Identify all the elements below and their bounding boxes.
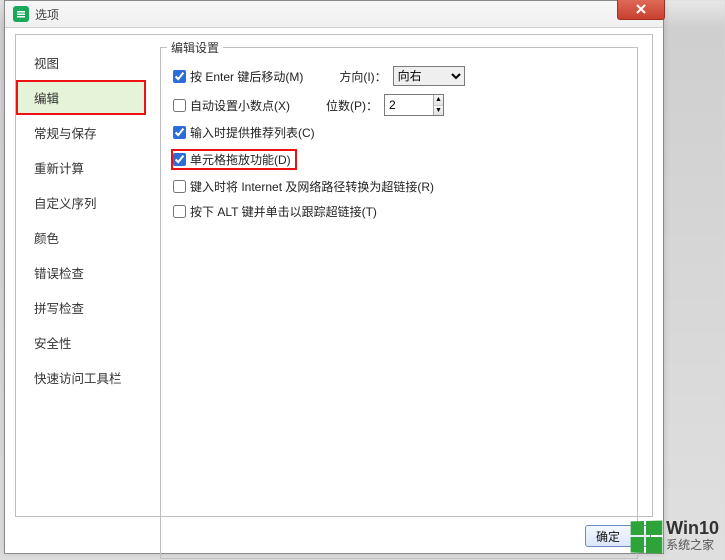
checkbox-suggest-list[interactable]: 输入时提供推荐列表(C) bbox=[173, 124, 315, 141]
sidebar-item-color[interactable]: 颜色 bbox=[16, 220, 146, 255]
direction-select[interactable]: 向右 bbox=[393, 66, 465, 86]
sidebar-item-custom-lists[interactable]: 自定义序列 bbox=[16, 185, 146, 220]
checkbox-auto-decimal[interactable]: 自动设置小数点(X) bbox=[173, 97, 290, 114]
spinner-up[interactable]: ▲ bbox=[434, 95, 443, 106]
content-panel: 编辑设置 按 Enter 键后移动(M) 方向(I)： 向右 自动设置小数点(X… bbox=[146, 35, 652, 516]
checkbox-enter-move-input[interactable] bbox=[173, 70, 186, 83]
checkbox-alt-click-link-input[interactable] bbox=[173, 205, 186, 218]
brand-line1: Win10 bbox=[666, 519, 719, 539]
window-title: 选项 bbox=[35, 6, 59, 23]
app-icon bbox=[13, 6, 29, 22]
sidebar-item-edit[interactable]: 编辑 bbox=[16, 80, 146, 115]
row-suggest-list: 输入时提供推荐列表(C) bbox=[173, 124, 625, 141]
sidebar-item-view[interactable]: 视图 bbox=[16, 45, 146, 80]
edit-settings-group: 编辑设置 按 Enter 键后移动(M) 方向(I)： 向右 自动设置小数点(X… bbox=[160, 47, 638, 559]
checkbox-enter-move[interactable]: 按 Enter 键后移动(M) bbox=[173, 68, 303, 85]
checkbox-cell-drag[interactable]: 单元格拖放功能(D) bbox=[173, 151, 291, 168]
windows-icon bbox=[631, 520, 661, 551]
close-button[interactable] bbox=[617, 0, 665, 20]
dialog-body: 视图 编辑 常规与保存 重新计算 自定义序列 颜色 错误检查 拼写检查 安全性 … bbox=[15, 34, 653, 517]
places-spinner[interactable]: ▲ ▼ bbox=[384, 94, 444, 116]
sidebar-item-general-save[interactable]: 常规与保存 bbox=[16, 115, 146, 150]
sidebar: 视图 编辑 常规与保存 重新计算 自定义序列 颜色 错误检查 拼写检查 安全性 … bbox=[16, 35, 146, 516]
sidebar-item-qat[interactable]: 快速访问工具栏 bbox=[16, 360, 146, 395]
places-input[interactable] bbox=[385, 95, 433, 115]
checkbox-cell-drag-input[interactable] bbox=[173, 153, 186, 166]
sidebar-item-security[interactable]: 安全性 bbox=[16, 325, 146, 360]
checkbox-auto-decimal-input[interactable] bbox=[173, 99, 186, 112]
brand-watermark: Win10 系统之家 bbox=[630, 519, 719, 552]
sidebar-item-error-check[interactable]: 错误检查 bbox=[16, 255, 146, 290]
direction-label: 方向(I)： bbox=[339, 68, 386, 85]
spinner-down[interactable]: ▼ bbox=[434, 106, 443, 116]
checkbox-hyperlink-convert-input[interactable] bbox=[173, 180, 186, 193]
highlight-cell-drag: 单元格拖放功能(D) bbox=[171, 149, 297, 170]
group-legend: 编辑设置 bbox=[167, 39, 223, 56]
sidebar-item-spellcheck[interactable]: 拼写检查 bbox=[16, 290, 146, 325]
sidebar-item-recalc[interactable]: 重新计算 bbox=[16, 150, 146, 185]
places-label: 位数(P)： bbox=[326, 97, 378, 114]
options-dialog: 选项 视图 编辑 常规与保存 重新计算 自定义序列 颜色 错误检查 拼写检查 安… bbox=[4, 0, 664, 554]
row-alt-click-link: 按下 ALT 键并单击以跟踪超链接(T) bbox=[173, 203, 625, 220]
checkbox-suggest-list-input[interactable] bbox=[173, 126, 186, 139]
titlebar: 选项 bbox=[5, 1, 663, 28]
row-cell-drag: 单元格拖放功能(D) bbox=[173, 149, 625, 170]
checkbox-hyperlink-convert[interactable]: 键入时将 Internet 及网络路径转换为超链接(R) bbox=[173, 178, 434, 195]
row-enter-move: 按 Enter 键后移动(M) 方向(I)： 向右 bbox=[173, 66, 625, 86]
row-hyperlink-convert: 键入时将 Internet 及网络路径转换为超链接(R) bbox=[173, 178, 625, 195]
checkbox-alt-click-link[interactable]: 按下 ALT 键并单击以跟踪超链接(T) bbox=[173, 203, 377, 220]
row-auto-decimal: 自动设置小数点(X) 位数(P)： ▲ ▼ bbox=[173, 94, 625, 116]
brand-line2: 系统之家 bbox=[666, 539, 719, 552]
